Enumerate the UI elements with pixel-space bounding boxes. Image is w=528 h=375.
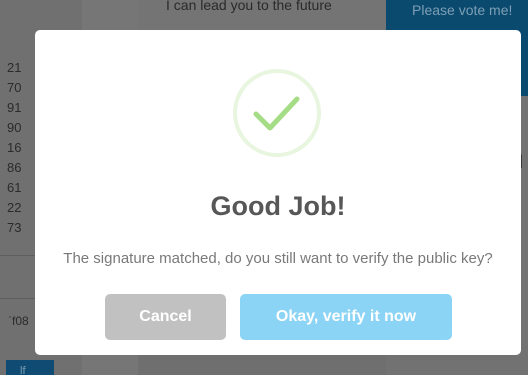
background-quote-text: I can lead you to the future [166,0,332,13]
list-item: 70 [7,80,22,95]
dialog-message: The signature matched, do you still want… [63,250,493,267]
list-item: 73 [7,220,22,235]
background-vote-label: Please vote me! [412,2,513,18]
list-item: 91 [7,100,22,115]
background-number-list: 21 70 91 90 16 86 61 22 73 [0,58,40,238]
checkmark-icon [233,69,321,157]
background-bottom-button-label: lf [20,365,26,375]
cancel-button[interactable]: Cancel [105,294,226,340]
dialog-title: Good Job! [210,191,346,221]
list-item: 90 [7,120,22,135]
list-item: 22 [7,200,22,215]
list-item: 86 [7,160,22,175]
list-item: 16 [7,140,22,155]
confirmation-dialog: Good Job! The signature matched, do you … [35,30,521,355]
list-item: 21 [7,60,22,75]
list-item: 61 [7,180,22,195]
verify-now-button[interactable]: Okay, verify it now [240,294,452,340]
background-bottom-button: lf [6,360,54,375]
background-code-fragment: ˈf08 [8,314,29,328]
